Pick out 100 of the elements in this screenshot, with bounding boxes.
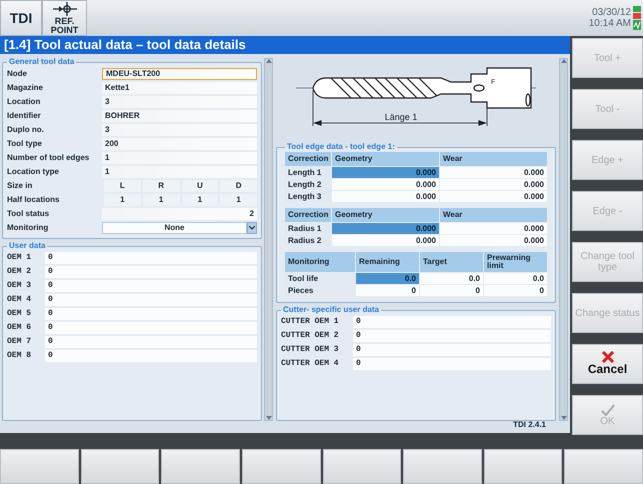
- input-field[interactable]: 0: [45, 280, 257, 292]
- column-header: Monitoring: [285, 252, 355, 272]
- input-field[interactable]: 0: [353, 358, 551, 370]
- input-field[interactable]: 0: [353, 316, 551, 328]
- column-header: Wear: [440, 152, 547, 166]
- status-icon: [633, 6, 641, 30]
- table-cell[interactable]: 0.000: [332, 167, 439, 178]
- caret-icon: [249, 226, 255, 230]
- general-tool-data-legend: General tool data: [7, 58, 76, 66]
- input-field[interactable]: 0: [45, 336, 257, 348]
- grid-value: U: [182, 180, 218, 192]
- screen-title: [1.4] Tool actual data – tool data details: [0, 36, 570, 54]
- field-label: Location: [7, 98, 42, 106]
- field-label: Monitoring: [7, 224, 50, 232]
- ref-point-button[interactable]: REF. POINT: [42, 0, 87, 36]
- field-label: OEM 3: [7, 282, 32, 290]
- column-header: Geometry: [332, 152, 439, 166]
- column-header: Target: [420, 252, 483, 272]
- field-label: Location type: [7, 168, 60, 176]
- input-field[interactable]: 3: [102, 124, 257, 136]
- input-field[interactable]: 0: [45, 322, 257, 334]
- column-header: Wear: [440, 208, 547, 222]
- time-text: 10:14 AM: [588, 18, 631, 29]
- input-field[interactable]: 1: [102, 152, 257, 164]
- table-cell[interactable]: 0.0: [420, 273, 483, 284]
- field-label: Size in: [7, 182, 34, 190]
- input-field[interactable]: 3: [102, 96, 257, 108]
- table-cell[interactable]: 0: [484, 285, 547, 296]
- table-cell[interactable]: 0.000: [440, 179, 547, 190]
- close-icon: [602, 351, 614, 364]
- scrollbar[interactable]: [559, 58, 568, 421]
- table-cell[interactable]: 0.000: [440, 235, 547, 246]
- column-header: Geometry: [332, 208, 439, 222]
- field-label: OEM 8: [7, 352, 32, 360]
- table-cell[interactable]: 0: [356, 285, 419, 296]
- table-cell[interactable]: 0.000: [332, 235, 439, 246]
- dimension-label: Länge 1: [384, 112, 418, 122]
- softkey-button[interactable]: [0, 449, 79, 484]
- field-label: OEM 7: [7, 338, 32, 346]
- column-header: Prewarning limit: [484, 252, 547, 272]
- field-label: CUTTER OEM 3: [281, 346, 340, 354]
- field-label: CUTTER OEM 2: [281, 332, 340, 340]
- table-cell[interactable]: 0.000: [332, 179, 439, 190]
- input-field[interactable]: 0: [45, 294, 257, 306]
- field-label: CUTTER OEM 1: [281, 318, 340, 326]
- field-label: OEM 6: [7, 324, 32, 332]
- input-field[interactable]: MDEU-SLT200: [102, 68, 257, 80]
- softkey-button[interactable]: [484, 449, 562, 484]
- check-icon: [600, 404, 614, 416]
- field-label: CUTTER OEM 4: [281, 360, 340, 368]
- grid-value: 1: [104, 194, 141, 206]
- table-cell[interactable]: 0.0: [484, 273, 547, 284]
- tool-edge-data-legend: Tool edge data - tool edge 1:: [285, 143, 397, 151]
- input-field[interactable]: 1: [102, 166, 257, 178]
- reference-point-icon: [50, 2, 78, 16]
- table-cell[interactable]: 0.0: [356, 273, 419, 284]
- field-label: Tool type: [7, 140, 43, 148]
- input-field[interactable]: Kette1: [102, 82, 257, 94]
- softkey-button[interactable]: [403, 449, 482, 484]
- input-field[interactable]: 200: [102, 138, 257, 150]
- input-field[interactable]: 0: [45, 252, 257, 264]
- table-cell[interactable]: 0.000: [440, 191, 547, 202]
- softkey-button[interactable]: [161, 449, 240, 484]
- table-cell[interactable]: 0.000: [440, 223, 547, 234]
- user-data-legend: User data: [7, 242, 48, 250]
- softkey-button[interactable]: [564, 449, 643, 484]
- input-field[interactable]: 0: [45, 308, 257, 320]
- field-label: OEM 5: [7, 310, 32, 318]
- input-field[interactable]: BOHRER: [102, 110, 257, 122]
- table-cell[interactable]: 0: [420, 285, 483, 296]
- column-header: Remaining: [356, 252, 419, 272]
- field-label: Node: [7, 70, 28, 78]
- softkey-button[interactable]: [242, 449, 320, 484]
- field-label: Half locations: [7, 196, 60, 204]
- field-label: OEM 4: [7, 296, 32, 304]
- input-field[interactable]: 0: [353, 344, 551, 356]
- field-label: OEM 1: [7, 254, 32, 262]
- softkey-button[interactable]: [80, 449, 160, 484]
- tdi-button[interactable]: TDI: [0, 0, 42, 36]
- field-label: Duplo no.: [7, 126, 45, 134]
- input-field[interactable]: 0: [45, 350, 257, 362]
- field-label: Magazine: [7, 84, 44, 92]
- grid-value: R: [142, 180, 180, 192]
- table-cell[interactable]: 0.000: [440, 167, 547, 178]
- scroll-up-icon: [266, 59, 272, 63]
- field-label: Number of tool edges: [7, 154, 90, 162]
- table-cell[interactable]: 0.000: [332, 191, 439, 202]
- grid-value: 1: [182, 194, 218, 206]
- softkey-button[interactable]: Cancel: [572, 344, 643, 384]
- version-text: TDI 2.4.1: [0, 421, 570, 433]
- table-cell[interactable]: 0.000: [332, 223, 439, 234]
- date-text: 03/30/12: [591, 7, 631, 18]
- grid-value: L: [104, 180, 141, 192]
- input-field[interactable]: 0: [45, 266, 257, 278]
- input-field[interactable]: 0: [353, 330, 551, 342]
- softkey-button[interactable]: [322, 449, 402, 484]
- column-header: Correction: [285, 208, 331, 222]
- column-header: Correction: [285, 152, 331, 166]
- grid-value: 1: [220, 194, 257, 206]
- scrollbar[interactable]: [264, 58, 273, 421]
